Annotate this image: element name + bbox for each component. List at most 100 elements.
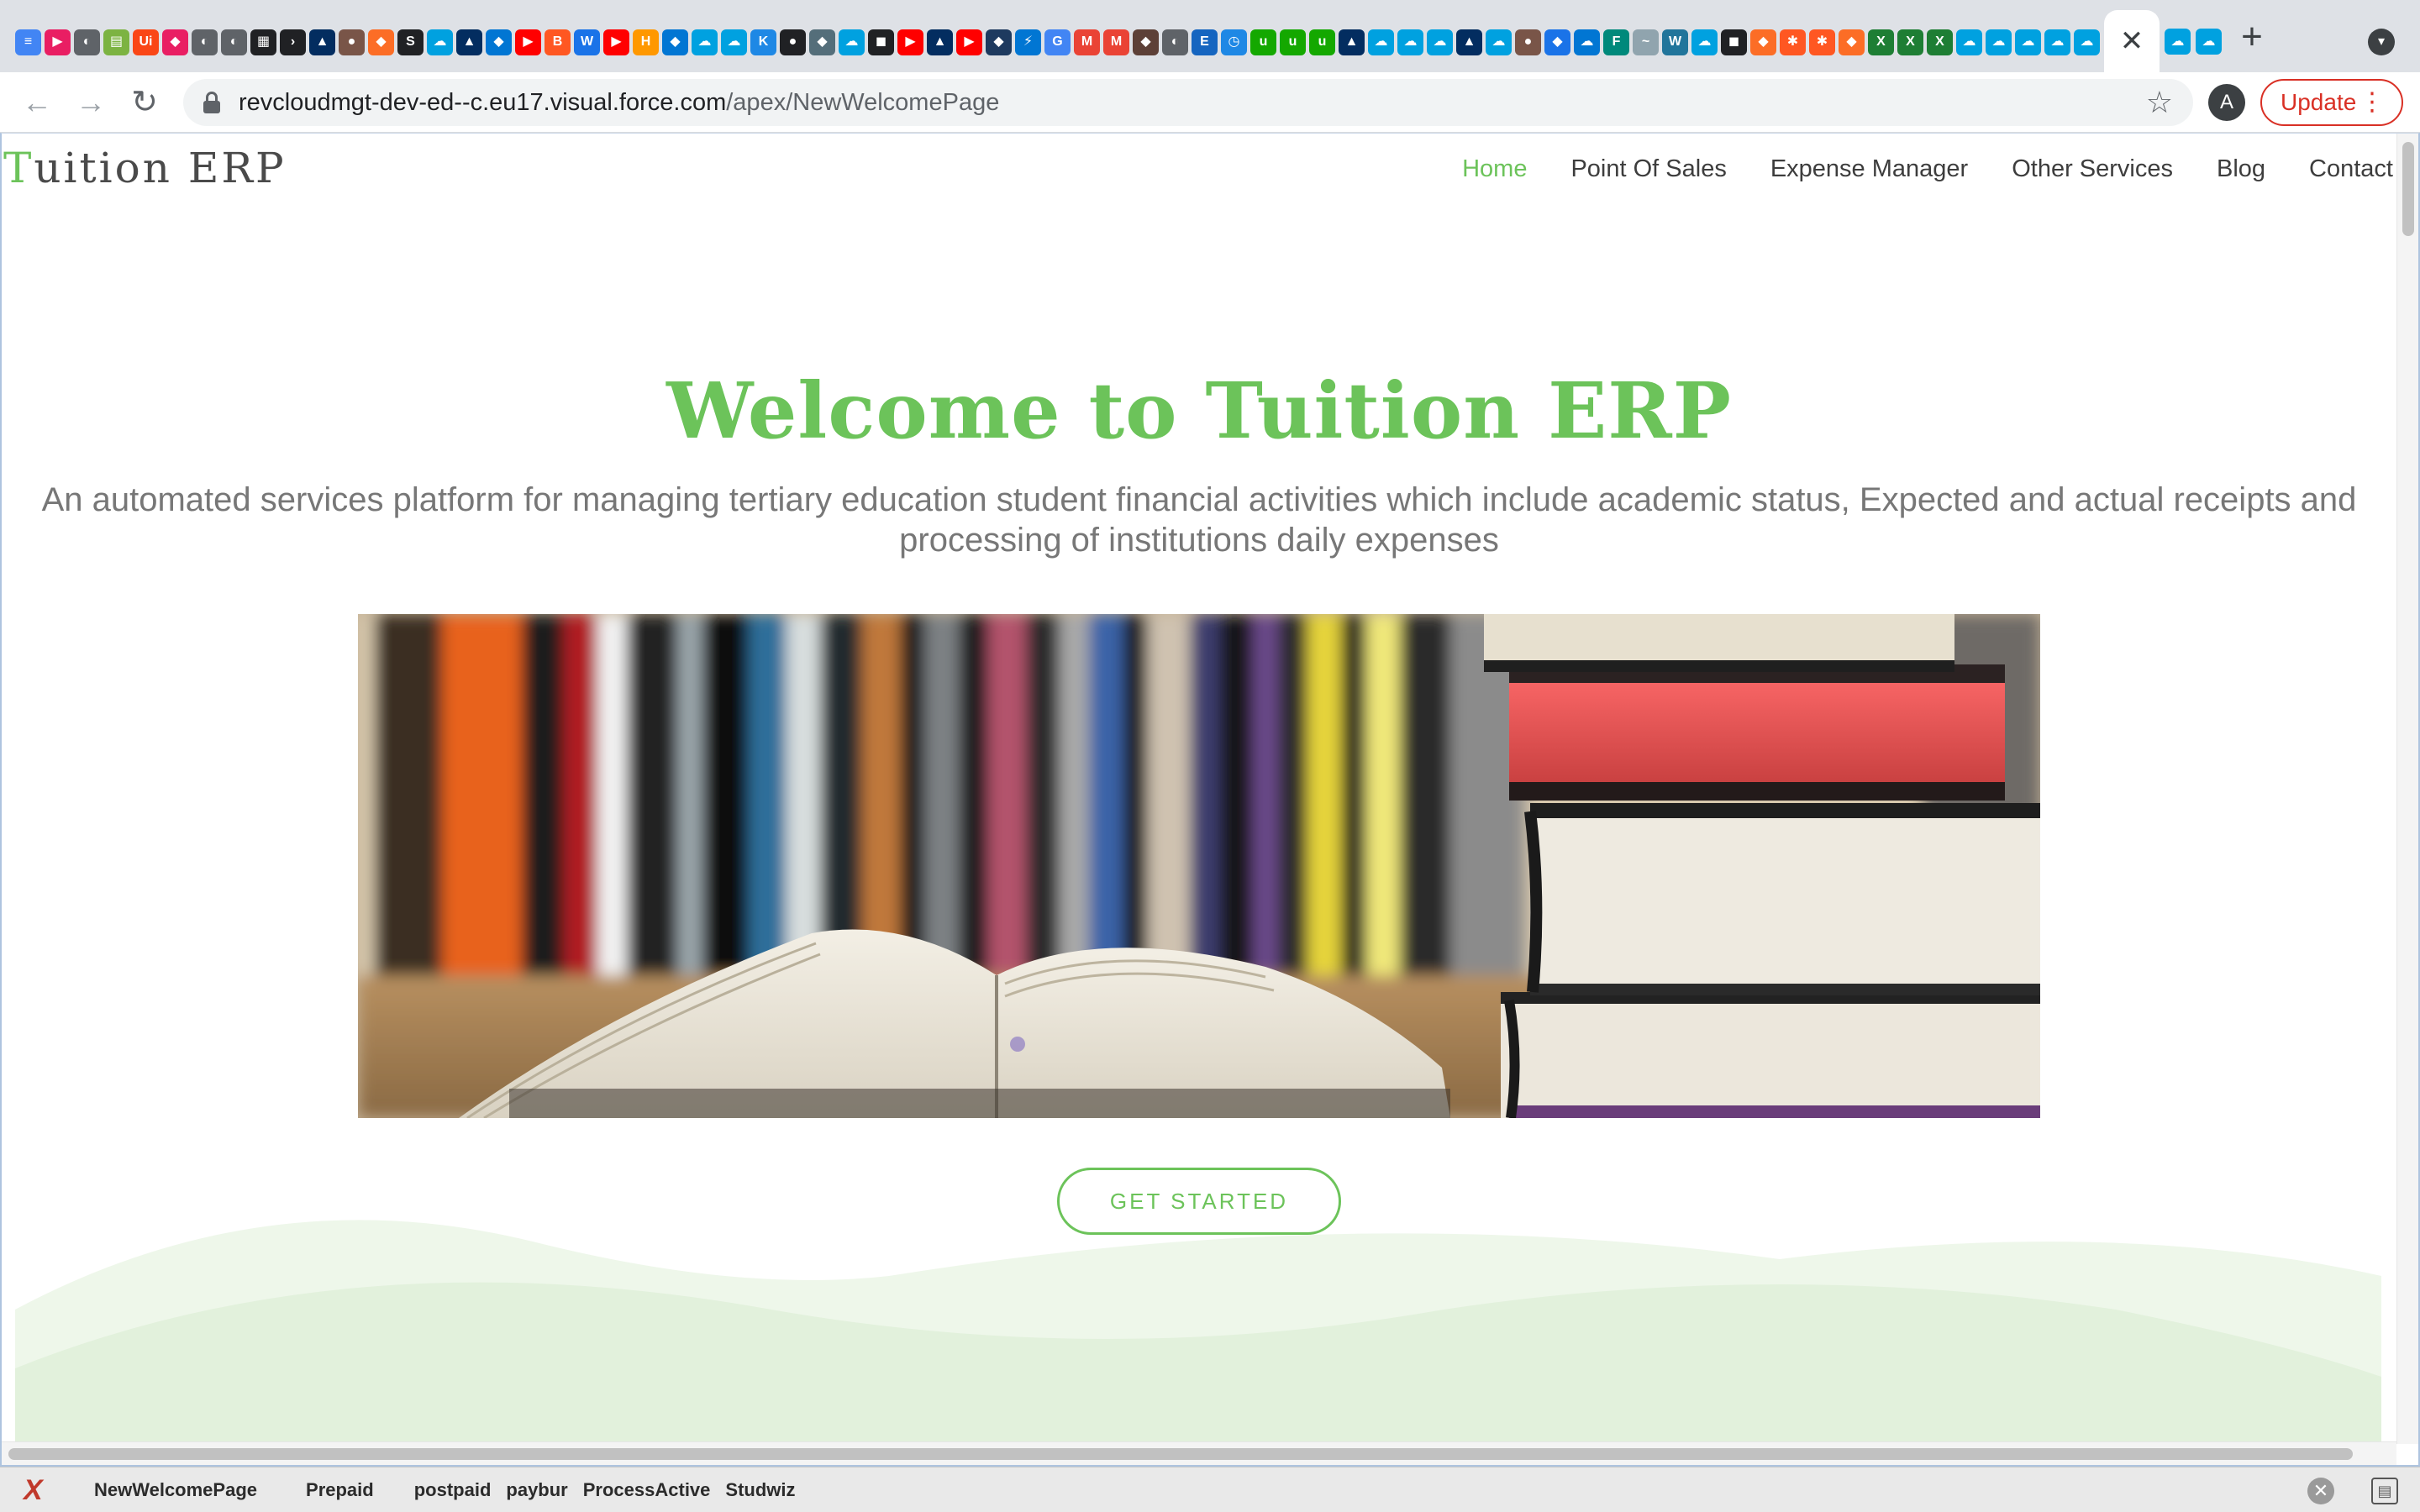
upwork-icon[interactable]: u (1250, 29, 1276, 55)
reload-button[interactable]: ↻ (126, 84, 163, 121)
f-icon[interactable]: F (1603, 29, 1629, 55)
bookmark-star-icon[interactable]: ☆ (2146, 79, 2173, 126)
update-button[interactable]: Update ⋮ (2260, 79, 2403, 126)
bottom-toolbar-item[interactable]: paybur (506, 1479, 567, 1501)
lock-icon[interactable] (203, 92, 220, 113)
trailhead-icon[interactable]: ▲ (927, 29, 953, 55)
gear-icon[interactable]: ✱ (1809, 29, 1835, 55)
trailhead-icon[interactable]: ▲ (1339, 29, 1365, 55)
salesforce-icon[interactable]: ☁ (1691, 29, 1718, 55)
profile-avatar[interactable]: A (2208, 84, 2245, 121)
terminal-icon[interactable]: › (280, 29, 306, 55)
salesforce-icon[interactable]: ☁ (1986, 29, 2012, 55)
bottom-toolbar-item[interactable]: ProcessActive (583, 1479, 711, 1501)
salesforce-icon[interactable]: ☁ (427, 29, 453, 55)
wave-icon[interactable]: ~ (1633, 29, 1659, 55)
bolt-icon[interactable]: ⚡ (1015, 29, 1041, 55)
app-icon[interactable]: ◼ (1721, 29, 1747, 55)
toolbar-logo-icon[interactable]: X (24, 1474, 43, 1507)
url-text[interactable]: revcloudmgt-dev-ed--c.eu17.visual.force.… (239, 79, 999, 126)
forward-button[interactable]: → (72, 84, 109, 121)
salesforce-icon[interactable]: ☁ (1427, 29, 1453, 55)
github-icon[interactable]: ● (780, 29, 806, 55)
ktc-icon[interactable]: K (750, 29, 776, 55)
bottom-toolbar-item[interactable]: Prepaid (306, 1479, 374, 1501)
nav-item-blog[interactable]: Blog (2217, 155, 2265, 183)
google-icon[interactable]: G (1044, 29, 1071, 55)
new-tab-button[interactable]: + (2233, 18, 2270, 55)
app-icon[interactable]: ◆ (1133, 29, 1159, 55)
bottom-toolbar-item[interactable]: postpaid (414, 1479, 492, 1501)
docs-icon[interactable]: ≡ (15, 29, 41, 55)
bottom-toolbar-item[interactable]: Studwiz (725, 1479, 795, 1501)
salesforce-icon[interactable]: ☁ (1486, 29, 1512, 55)
ed-icon[interactable]: E (1192, 29, 1218, 55)
nav-item-expense-manager[interactable]: Expense Manager (1770, 155, 1968, 183)
gear-icon[interactable]: ✱ (1780, 29, 1806, 55)
blogger-icon[interactable]: B (544, 29, 571, 55)
salesforce-icon[interactable]: ☁ (2074, 29, 2100, 55)
youtube-icon[interactable]: ▶ (897, 29, 923, 55)
horizontal-scroll-thumb[interactable] (8, 1448, 2353, 1460)
salesforce-icon[interactable]: ☁ (1397, 29, 1423, 55)
globe-icon[interactable]: ◐ (1162, 29, 1188, 55)
active-tab[interactable]: ✕ (2104, 10, 2160, 72)
tab-search-button[interactable]: ▾ (2368, 29, 2395, 55)
cloud-icon[interactable]: ☁ (1574, 29, 1600, 55)
nav-item-point-of-sales[interactable]: Point Of Sales (1570, 155, 1726, 183)
youtube-icon[interactable]: ▶ (603, 29, 629, 55)
app-icon[interactable]: ▶ (45, 29, 71, 55)
gmail-icon[interactable]: M (1074, 29, 1100, 55)
app-icon[interactable]: ◆ (662, 29, 688, 55)
bottom-toolbar-item[interactable]: NewWelcomePage (94, 1479, 257, 1501)
site-logo[interactable]: Tuition ERP (3, 144, 287, 192)
globe-icon[interactable]: ◐ (192, 29, 218, 55)
clock-icon[interactable]: ◷ (1221, 29, 1247, 55)
app-icon[interactable]: ◆ (486, 29, 512, 55)
salesforce-icon[interactable]: ☁ (1368, 29, 1394, 55)
app-icon[interactable]: ◆ (986, 29, 1012, 55)
horizontal-scrollbar[interactable] (2, 1441, 2396, 1465)
nav-item-other-services[interactable]: Other Services (2012, 155, 2173, 183)
gitlab-icon[interactable]: ◆ (1750, 29, 1776, 55)
excel-icon[interactable]: X (1868, 29, 1894, 55)
youtube-icon[interactable]: ▶ (515, 29, 541, 55)
hi-icon[interactable]: H (633, 29, 659, 55)
app-icon[interactable]: ◆ (809, 29, 835, 55)
youtube-icon[interactable]: ▶ (956, 29, 982, 55)
avatar-icon[interactable]: ● (339, 29, 365, 55)
avatar-icon[interactable]: ● (1515, 29, 1541, 55)
globe-icon[interactable]: ◐ (74, 29, 100, 55)
excel-icon[interactable]: X (1897, 29, 1923, 55)
gitlab-icon[interactable]: ◆ (1839, 29, 1865, 55)
salesforce-icon[interactable]: ☁ (1956, 29, 1982, 55)
diamond-icon[interactable]: ◆ (1544, 29, 1570, 55)
excel-icon[interactable]: X (1927, 29, 1953, 55)
salesforce-icon[interactable]: ☁ (839, 29, 865, 55)
panel-menu-icon[interactable]: ▤ (2371, 1478, 2398, 1504)
trailhead-icon[interactable]: ▲ (1456, 29, 1482, 55)
address-bar[interactable]: revcloudmgt-dev-ed--c.eu17.visual.force.… (183, 79, 2193, 126)
upwork-icon[interactable]: u (1280, 29, 1306, 55)
close-icon[interactable]: ✕ (2120, 27, 2144, 55)
uipath-icon[interactable]: Ui (133, 29, 159, 55)
close-icon[interactable]: ✕ (2307, 1478, 2334, 1504)
trailhead-icon[interactable]: ▲ (309, 29, 335, 55)
sheet-icon[interactable]: ▤ (103, 29, 129, 55)
salesforce-icon[interactable]: ☁ (692, 29, 718, 55)
upwork-icon[interactable]: u (1309, 29, 1335, 55)
vertical-scroll-thumb[interactable] (2402, 142, 2414, 236)
globe-icon[interactable]: ◐ (221, 29, 247, 55)
salesforce-icon[interactable]: ☁ (2044, 29, 2070, 55)
gitlab-icon[interactable]: ◆ (368, 29, 394, 55)
app-icon[interactable]: ◆ (162, 29, 188, 55)
app-icon[interactable]: ◼ (868, 29, 894, 55)
nav-item-contact[interactable]: Contact (2309, 155, 2393, 183)
wordpress-icon[interactable]: W (1662, 29, 1688, 55)
salesforce-icon[interactable]: ☁ (2196, 29, 2222, 55)
salesforce-icon[interactable]: ☁ (721, 29, 747, 55)
salesforce-icon[interactable]: ☁ (2015, 29, 2041, 55)
trailhead-icon[interactable]: ▲ (456, 29, 482, 55)
back-button[interactable]: ← (18, 84, 55, 121)
calendar-icon[interactable]: ▦ (250, 29, 276, 55)
